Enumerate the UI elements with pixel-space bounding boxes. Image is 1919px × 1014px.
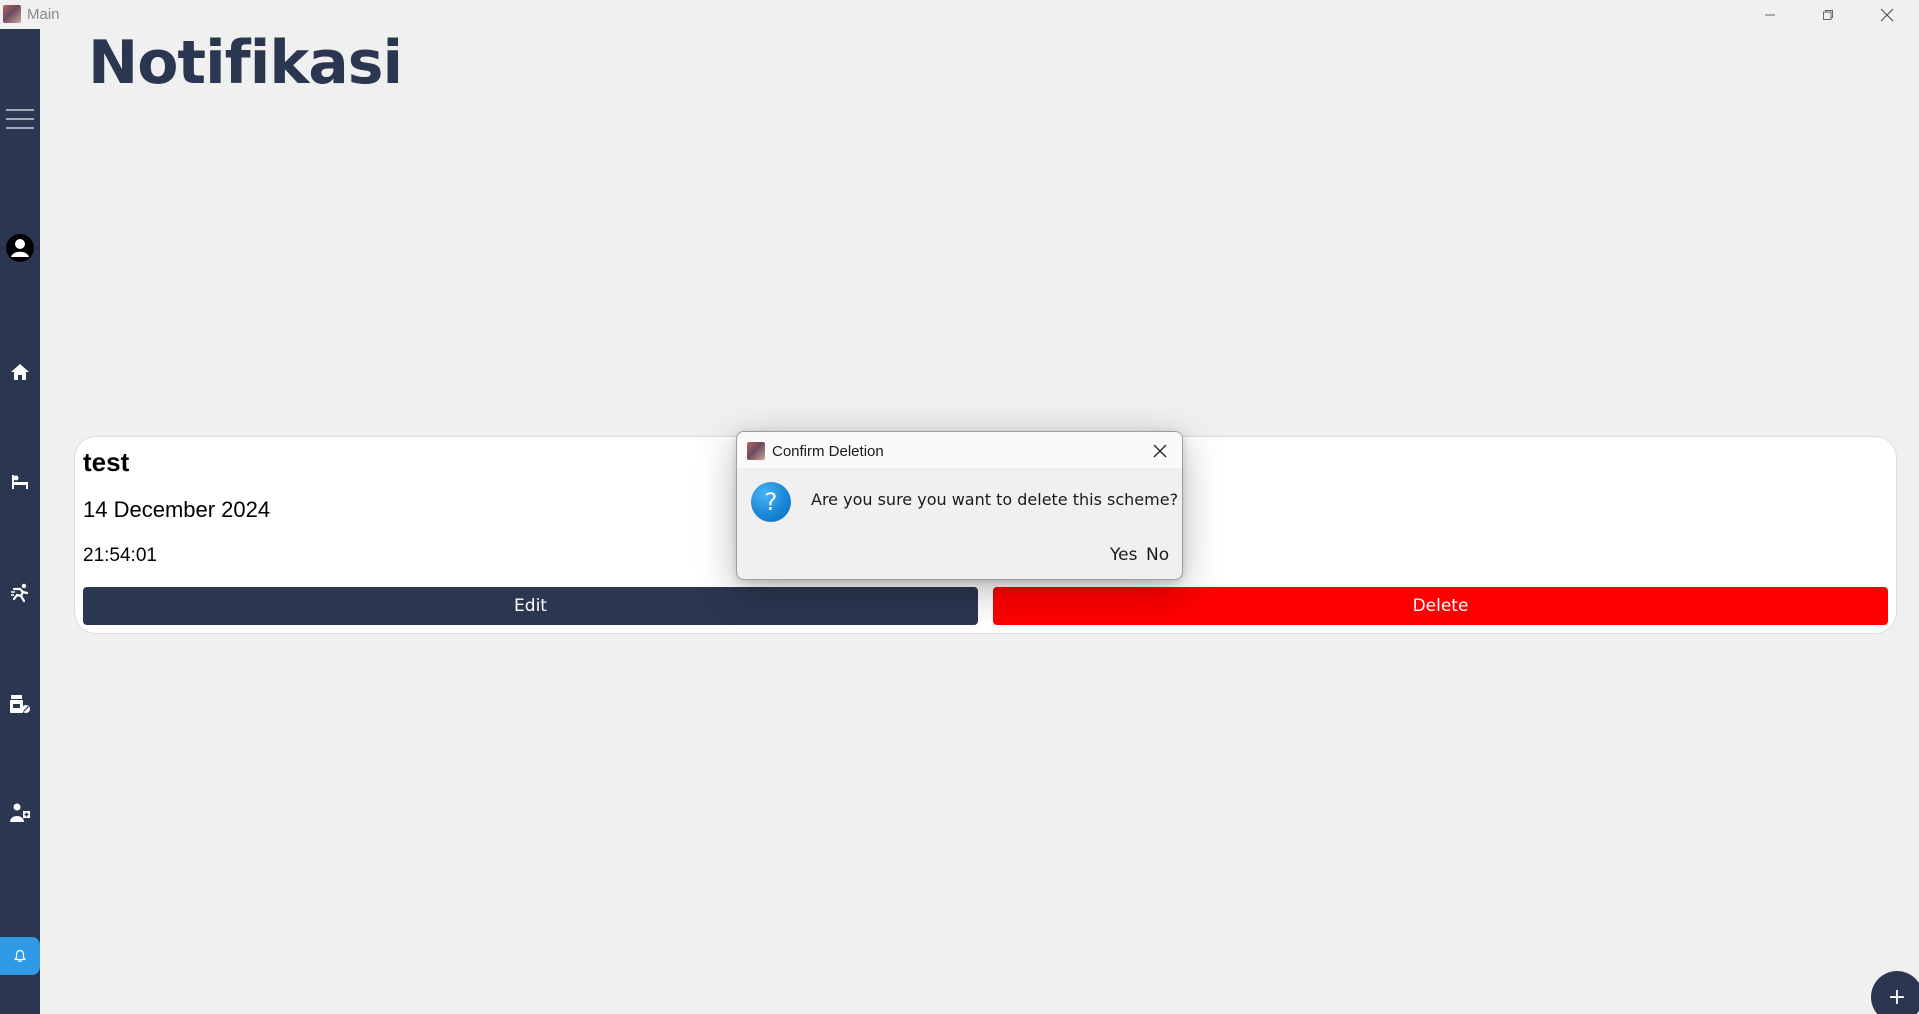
bell-icon <box>13 949 27 962</box>
bed-icon <box>12 475 28 489</box>
sidebar-item-profile[interactable] <box>0 231 40 265</box>
notification-date: 14 December 2024 <box>83 497 271 522</box>
minimize-button[interactable] <box>1747 0 1793 29</box>
sidebar-item-medicine[interactable] <box>0 687 40 721</box>
dialog-close-button[interactable] <box>1149 440 1171 462</box>
edit-button[interactable]: Edit <box>83 587 978 625</box>
minimize-icon <box>1765 14 1775 15</box>
sidebar-item-rest[interactable] <box>0 465 40 499</box>
dialog-message: Are you sure you want to delete this sch… <box>811 490 1179 509</box>
add-notification-button[interactable]: + <box>1871 971 1919 1014</box>
close-icon <box>1153 444 1167 458</box>
close-icon <box>1880 8 1894 21</box>
user-circle-icon <box>6 234 34 262</box>
delete-button[interactable]: Delete <box>993 587 1888 625</box>
question-icon: ? <box>751 482 791 522</box>
dialog-titlebar: Confirm Deletion <box>737 432 1182 468</box>
medicine-icon <box>10 695 30 713</box>
window-titlebar: Main <box>0 0 1919 29</box>
no-button[interactable]: No <box>1146 545 1169 565</box>
restore-icon <box>1823 9 1833 20</box>
notification-title: test <box>83 447 130 477</box>
confirm-deletion-dialog: Confirm Deletion ? Are you sure you want… <box>736 431 1183 580</box>
close-window-button[interactable] <box>1864 0 1910 29</box>
doctor-icon <box>10 803 30 822</box>
hamburger-menu-icon <box>6 109 34 129</box>
dialog-app-icon <box>747 442 765 460</box>
dialog-title: Confirm Deletion <box>772 443 884 460</box>
sidebar-item-notifications[interactable] <box>0 937 40 975</box>
page-title: Notifikasi <box>88 28 403 98</box>
sidebar-item-activity[interactable] <box>0 576 40 610</box>
running-icon <box>11 583 29 603</box>
home-icon <box>11 364 29 380</box>
sidebar-item-menu[interactable] <box>0 102 40 136</box>
notification-time: 21:54:01 <box>83 545 157 566</box>
sidebar-item-home[interactable] <box>0 355 40 389</box>
sidebar-item-doctor[interactable] <box>0 796 40 830</box>
sidebar <box>0 29 40 1014</box>
window-title: Main <box>27 6 60 23</box>
yes-button[interactable]: Yes <box>1110 545 1137 565</box>
restore-button[interactable] <box>1805 0 1851 29</box>
app-icon <box>3 5 21 23</box>
